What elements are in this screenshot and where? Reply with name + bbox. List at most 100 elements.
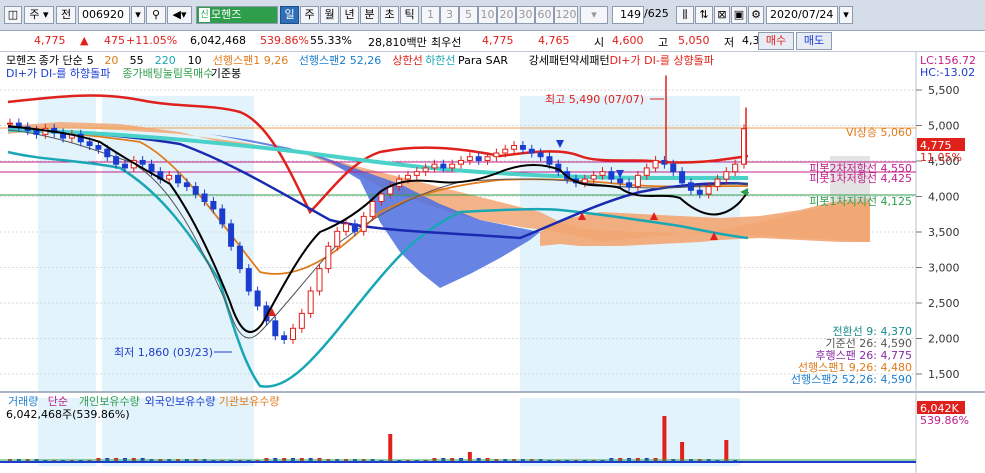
legend-item[interactable]: 기준봉: [211, 67, 241, 80]
tab-year[interactable]: 년: [340, 6, 359, 24]
candle-body: [86, 141, 93, 147]
tab-day[interactable]: 일: [280, 6, 299, 24]
candle-body: [316, 268, 323, 292]
candle-body: [245, 268, 252, 292]
best-bid: 4,765: [538, 34, 570, 47]
legend-item[interactable]: DI+가 DI-를 상향돌파: [610, 54, 714, 67]
search-icon[interactable]: ⚲: [146, 6, 166, 24]
legend-item[interactable]: 강세패턴: [529, 54, 569, 67]
legend-item[interactable]: 눌림목매수: [163, 67, 214, 80]
candle-body: [183, 182, 190, 188]
candle-body: [95, 145, 102, 150]
highlight-band: [520, 398, 740, 466]
interval-dropdown[interactable]: ▾: [580, 6, 608, 24]
axis-tick-label: 3,500: [928, 226, 960, 239]
save-icon[interactable]: ▣: [731, 6, 747, 24]
sound-icon[interactable]: ◀▾: [167, 6, 192, 24]
tab-minute[interactable]: 분: [360, 6, 379, 24]
interval-5[interactable]: 5: [459, 6, 478, 24]
candle-body: [360, 215, 367, 232]
date-input[interactable]: 2020/07/24: [766, 6, 838, 24]
candle-body: [546, 156, 553, 165]
price-tag-percent: 11.05%: [920, 151, 962, 164]
candle-body: [289, 327, 296, 341]
candle-body: [502, 148, 509, 154]
candle-body: [378, 193, 385, 202]
legend-item[interactable]: 20: [104, 54, 118, 67]
tab-month[interactable]: 월: [320, 6, 339, 24]
low-label: 저: [724, 36, 735, 49]
volume-legend-item[interactable]: 개인보유수량: [79, 395, 140, 408]
count-input[interactable]: 149: [612, 6, 644, 24]
volume-legend: 거래량 단순 개인보유수량 외국인보유수량 기관보유수량: [8, 395, 280, 408]
volume-tag-percent: 539.86%: [920, 414, 969, 427]
volume-info: 6,042,468주(539.86%): [6, 408, 130, 421]
new-badge: 신: [199, 8, 210, 22]
tab-second[interactable]: 초: [380, 6, 399, 24]
volume-ratio: 539.86%: [260, 34, 309, 47]
crosshair-icon[interactable]: ⊠: [714, 6, 730, 24]
interval-30[interactable]: 30: [516, 6, 535, 24]
interval-1[interactable]: 1: [421, 6, 440, 24]
legend-item[interactable]: 종가 단순: [39, 54, 83, 67]
interval-120[interactable]: 120: [554, 6, 578, 24]
candle-body: [608, 171, 615, 180]
legend-item[interactable]: DI+가 DI-를 하향돌파: [6, 66, 110, 80]
candle-body: [723, 171, 730, 180]
candle-body: [511, 145, 518, 150]
gear-icon[interactable]: ⚙: [748, 6, 764, 24]
legend-item[interactable]: 하한선: [425, 53, 455, 67]
candle-body: [404, 174, 411, 180]
buy-button[interactable]: 매수: [758, 32, 794, 50]
candle-body: [334, 230, 341, 247]
legend-item[interactable]: 약세패턴: [569, 53, 609, 67]
legend-item[interactable]: 5: [87, 54, 94, 67]
interval-10[interactable]: 10: [478, 6, 497, 24]
legend-item[interactable]: 선행스팬2 52,26: [299, 54, 381, 67]
volume-legend-item[interactable]: 거래량: [8, 395, 38, 408]
volume-legend-item[interactable]: 단순: [48, 395, 68, 408]
high-price: 5,050: [678, 34, 710, 47]
interval-3[interactable]: 3: [440, 6, 459, 24]
chart-type-icon[interactable]: ⫼: [676, 6, 694, 24]
legend-item[interactable]: 10: [188, 54, 202, 67]
menu-icon[interactable]: ◫: [4, 6, 22, 24]
indicator-value: 선행스팬2 52,26: 4,590: [791, 373, 912, 386]
best-ask-label: 최우선: [431, 36, 462, 49]
compare-button[interactable]: 전: [56, 6, 76, 24]
legend-item[interactable]: 선행스팬1 9,26: [213, 54, 288, 67]
current-price: 4,775: [34, 34, 66, 47]
split-icon[interactable]: ⇅: [695, 6, 713, 24]
candle-body: [272, 320, 279, 337]
interval-20[interactable]: 20: [497, 6, 516, 24]
tab-week[interactable]: 주: [300, 6, 319, 24]
candle-body: [466, 156, 473, 161]
volume-legend-item[interactable]: 기관보유수량: [219, 395, 280, 408]
calendar-icon[interactable]: ▾: [839, 6, 853, 24]
sell-button[interactable]: 매도: [796, 32, 832, 50]
candle-body: [148, 163, 155, 173]
legend-item[interactable]: 종가배팅: [122, 67, 162, 80]
candle-body: [413, 171, 420, 176]
candle-body: [192, 186, 199, 195]
trade-amount: 28,810백만: [368, 36, 427, 49]
candle-body: [652, 159, 659, 169]
legend-item[interactable]: 모헨즈: [6, 54, 36, 67]
candle-body: [343, 223, 350, 232]
period-select[interactable]: 주 ▾: [24, 6, 54, 24]
legend-item[interactable]: 55: [130, 54, 144, 67]
legend-item[interactable]: 상한선: [392, 54, 422, 67]
interval-60[interactable]: 60: [535, 6, 554, 24]
tab-tick[interactable]: 틱: [400, 6, 419, 24]
legend-row-1: 모헨즈 종가 단순 5 20 55 220 10 선행스팬1 9,26 선행스팬2 52,26 상…: [6, 53, 714, 67]
stock-code-input[interactable]: 006920: [78, 6, 130, 24]
legend-item[interactable]: 220: [155, 54, 176, 67]
vi-label: VI상승 5,060: [846, 126, 912, 139]
volume-legend-item[interactable]: 외국인보유수량: [145, 395, 216, 408]
low-annotation: 최저 1,860 (03/23): [114, 346, 213, 359]
axis-tick-label: 2,500: [928, 297, 960, 310]
stock-name-field[interactable]: 신 모헨즈: [196, 6, 278, 24]
stock-chart[interactable]: 5,5005,0004,5004,0003,5003,0002,5002,000…: [0, 52, 985, 473]
legend-item[interactable]: Para SAR: [458, 54, 508, 67]
code-dropdown-icon[interactable]: ▾: [131, 6, 145, 24]
